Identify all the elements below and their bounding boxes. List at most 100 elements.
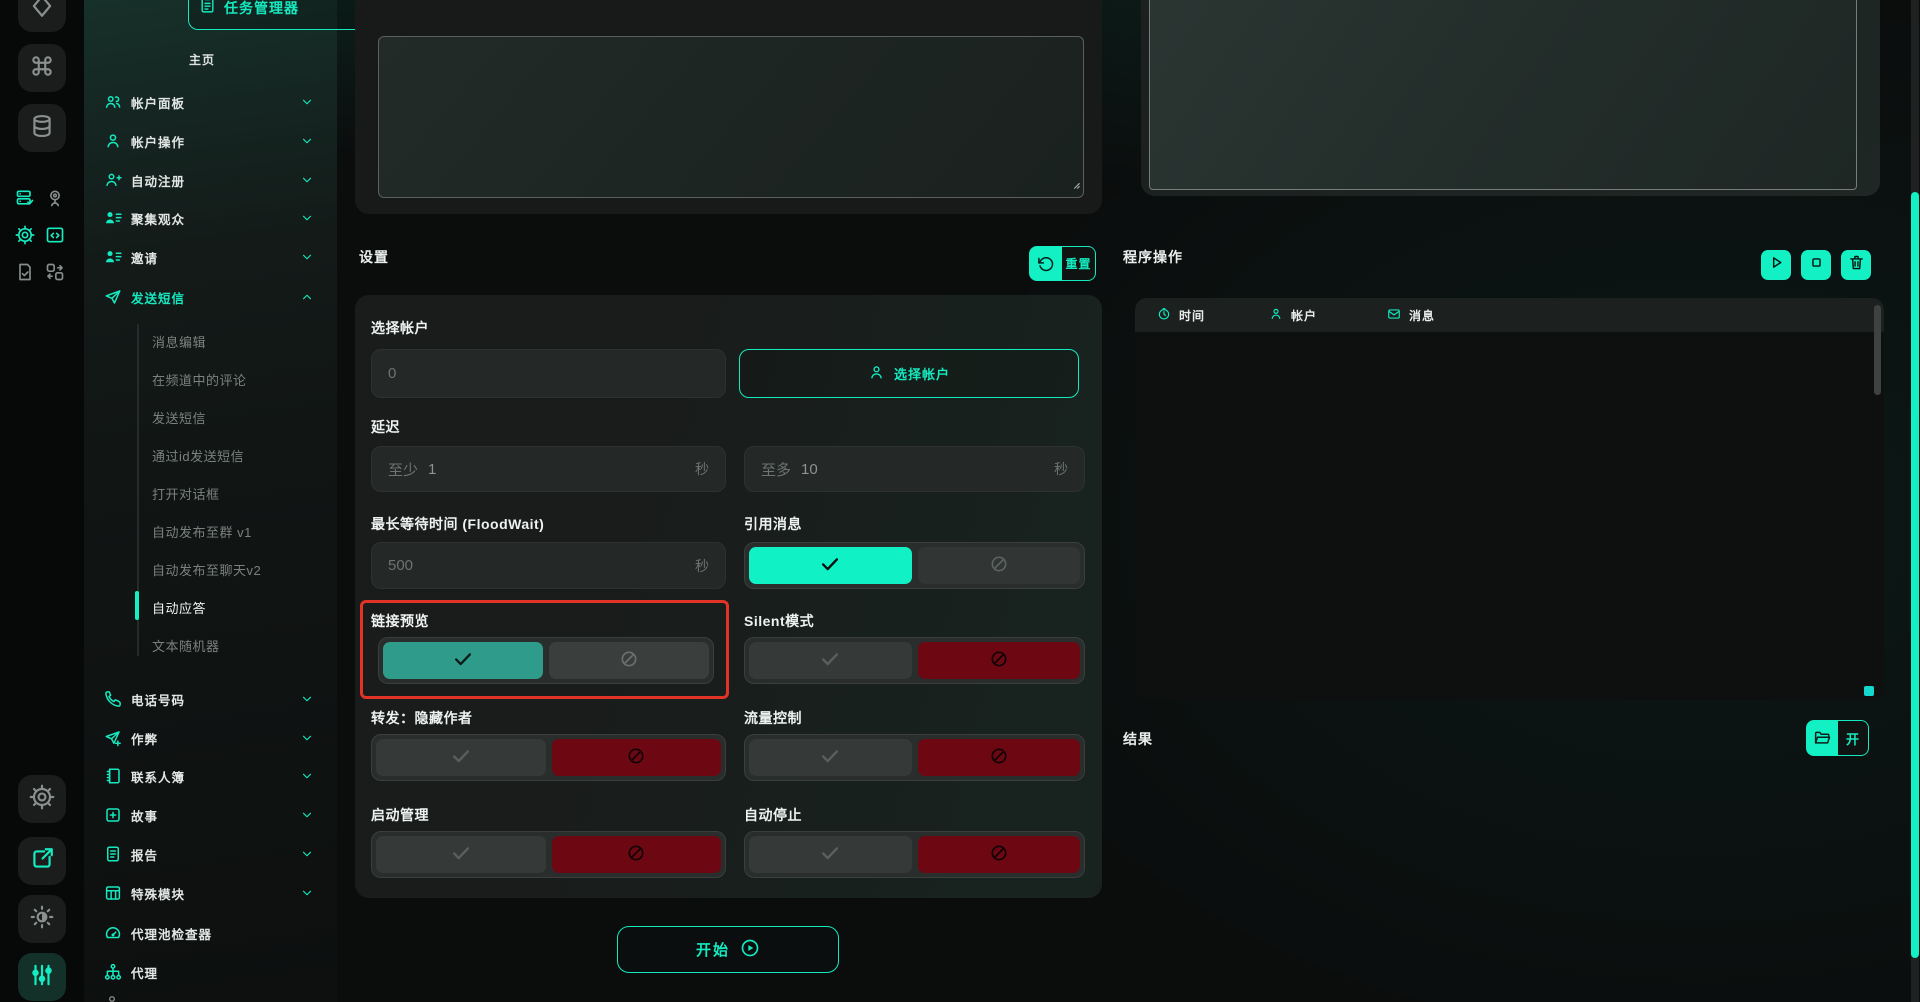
sliders-button[interactable] xyxy=(18,953,66,1001)
command-nav-button[interactable] xyxy=(18,44,66,92)
select-account-label: 选择帐户 xyxy=(371,318,429,338)
preview-panel[interactable] xyxy=(1149,0,1857,190)
flow-control-toggle xyxy=(744,734,1085,781)
sidebar-item-auto-register[interactable]: 自动注册 xyxy=(96,164,324,196)
account-count-input[interactable]: 0 xyxy=(371,349,726,398)
book-icon xyxy=(104,767,122,785)
sidebar-item-stories[interactable]: 故事 xyxy=(96,799,324,831)
sidebar-item-label: 报告 xyxy=(131,845,158,864)
webcam-icon[interactable] xyxy=(45,188,65,208)
gear-mini-icon[interactable] xyxy=(15,225,35,245)
preview-card xyxy=(1141,0,1880,196)
delay-min-prefix: 至少 xyxy=(388,459,418,480)
sidebar-item-phone-numbers[interactable]: 电话号码 xyxy=(96,683,324,715)
block-icon xyxy=(619,649,639,672)
submenu-item-send-sms[interactable]: 发送短信 xyxy=(152,404,322,430)
sidebar-item-send-sms[interactable]: 发送短信 xyxy=(96,281,324,313)
sidebar-item-account-panel[interactable]: 帐户面板 xyxy=(96,86,324,118)
reset-button[interactable]: 重置 xyxy=(1029,246,1096,281)
toggle-off-button[interactable] xyxy=(918,547,1081,584)
toggle-off-button[interactable] xyxy=(552,836,722,873)
toggle-off-button[interactable] xyxy=(552,739,722,776)
external-link-icon xyxy=(29,846,55,877)
toggle-off-button[interactable] xyxy=(918,836,1081,873)
toggle-on-button[interactable] xyxy=(749,739,912,776)
toggle-off-button[interactable] xyxy=(549,642,709,679)
partial-icon xyxy=(104,994,120,1002)
table-resize-handle[interactable] xyxy=(1864,686,1874,696)
open-results-button[interactable]: 开 xyxy=(1806,720,1869,756)
sidebar-item-proxy-checker[interactable]: 代理池检查器 xyxy=(96,917,324,949)
link-preview-toggle xyxy=(378,637,714,684)
chevron-down-icon xyxy=(300,173,314,187)
toggle-on-button[interactable] xyxy=(749,642,912,679)
submenu-item-autopost-chat-v2[interactable]: 自动发布至聊天v2 xyxy=(152,556,322,582)
start-button[interactable]: 开始 xyxy=(617,926,839,973)
run-button[interactable] xyxy=(1761,250,1791,280)
chevron-down-icon xyxy=(300,847,314,861)
toggle-on-button[interactable] xyxy=(376,836,546,873)
table-scrollbar-thumb[interactable] xyxy=(1874,305,1881,395)
submenu-item-autopost-group-v1[interactable]: 自动发布至群 v1 xyxy=(152,518,322,544)
block-icon xyxy=(989,746,1009,769)
block-icon xyxy=(626,746,646,769)
diamond-nav-button[interactable] xyxy=(18,0,66,32)
swap-icon[interactable] xyxy=(45,262,65,282)
toggle-off-button[interactable] xyxy=(918,739,1081,776)
diamond-icon xyxy=(29,0,55,24)
task-manager-label: 任务管理器 xyxy=(224,0,299,18)
column-account[interactable]: 帐户 xyxy=(1269,307,1317,324)
delay-unit: 秒 xyxy=(695,459,709,479)
column-label: 消息 xyxy=(1409,307,1435,324)
toggle-on-button[interactable] xyxy=(376,739,546,776)
code-window-icon[interactable] xyxy=(45,225,65,245)
floodwait-value: 500 xyxy=(388,557,413,574)
external-link-button[interactable] xyxy=(18,837,66,885)
delay-min-input[interactable]: 至少 1 秒 xyxy=(371,446,726,492)
document-check-icon[interactable] xyxy=(15,262,35,282)
column-time[interactable]: 时间 xyxy=(1157,307,1205,324)
toggle-on-button[interactable] xyxy=(383,642,543,679)
database-nav-button[interactable] xyxy=(18,104,66,152)
page-scrollbar-thumb[interactable] xyxy=(1911,192,1919,958)
column-message[interactable]: 消息 xyxy=(1387,307,1435,324)
message-textarea[interactable] xyxy=(378,36,1084,198)
sidebar-item-gather-audience[interactable]: 聚集观众 xyxy=(96,202,324,234)
people-icon xyxy=(104,93,122,111)
paper-plane-icon xyxy=(104,288,122,306)
submenu-item-open-dialog[interactable]: 打开对话框 xyxy=(152,480,322,506)
sidebar-item-cheat[interactable]: 作弊 xyxy=(96,722,324,754)
delay-max-input[interactable]: 至多 10 秒 xyxy=(744,446,1085,492)
server-check-icon[interactable] xyxy=(15,188,35,208)
floodwait-input[interactable]: 500 秒 xyxy=(371,542,726,589)
sidebar-item-contact-book[interactable]: 联系人簿 xyxy=(96,760,324,792)
chevron-down-icon xyxy=(300,808,314,822)
clear-button[interactable] xyxy=(1841,250,1871,280)
toggle-on-button[interactable] xyxy=(749,547,912,584)
submenu-item-message-edit[interactable]: 消息编辑 xyxy=(152,328,322,354)
sidebar-item-label: 故事 xyxy=(131,806,158,825)
resize-grip-icon[interactable] xyxy=(1067,176,1081,195)
toggle-off-button[interactable] xyxy=(918,642,1081,679)
sidebar-item-account-ops[interactable]: 帐户操作 xyxy=(96,125,324,157)
stop-button[interactable] xyxy=(1801,250,1831,280)
submenu-item-channel-comments[interactable]: 在频道中的评论 xyxy=(152,366,322,392)
select-account-button-label: 选择帐户 xyxy=(894,364,950,383)
sidebar-item-label: 电话号码 xyxy=(131,690,185,709)
toggle-on-button[interactable] xyxy=(749,836,912,873)
sidebar-item-label: 自动注册 xyxy=(131,171,185,190)
select-account-button[interactable]: 选择帐户 xyxy=(739,349,1079,398)
sidebar-item-invite[interactable]: 邀请 xyxy=(96,241,324,273)
operations-table: 时间 帐户 消息 xyxy=(1135,298,1884,700)
submenu-item-auto-reply[interactable]: 自动应答 xyxy=(152,594,322,620)
theme-toggle-button[interactable] xyxy=(18,895,66,943)
submenu-item-send-by-id[interactable]: 通过id发送短信 xyxy=(152,442,322,468)
chevron-down-icon xyxy=(300,95,314,109)
sidebar-item-special-modules[interactable]: 特殊模块 xyxy=(96,877,324,909)
sidebar-item-reports[interactable]: 报告 xyxy=(96,838,324,870)
sliders-icon xyxy=(29,962,55,993)
submenu-item-text-randomizer[interactable]: 文本随机器 xyxy=(152,632,322,658)
sidebar-item-proxy[interactable]: 代理 xyxy=(96,956,324,988)
settings-rail-button[interactable] xyxy=(18,775,66,823)
person-icon xyxy=(868,364,885,384)
